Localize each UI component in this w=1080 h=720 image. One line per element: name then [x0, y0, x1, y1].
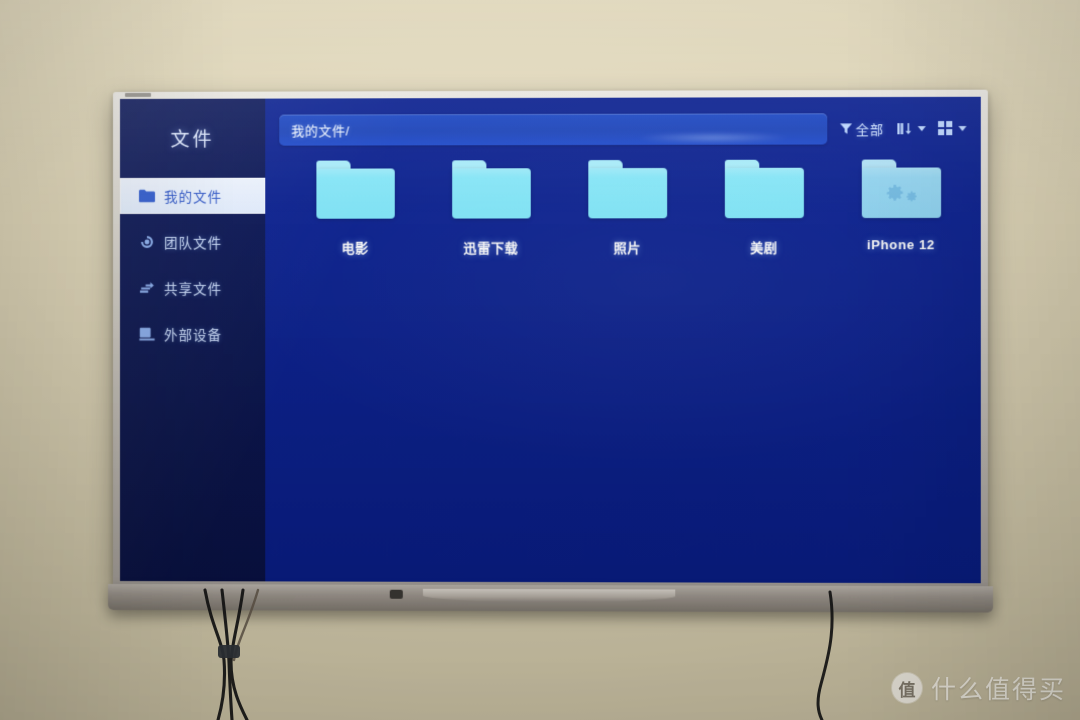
tv-bottom-bezel: [108, 583, 994, 613]
television: 文件 我的文件 团队文件 共享文件 外部设备 我的文件/ 全部 电影 迅雷下载 …: [108, 89, 994, 613]
smzdm-logo-icon: 值: [891, 673, 922, 703]
filter-all-button[interactable]: 全部: [839, 119, 884, 138]
folder-icon: [315, 160, 395, 219]
sidebar-item-label: 团队文件: [164, 235, 223, 251]
file-tile[interactable]: 照片: [559, 160, 695, 257]
folder-icon: [587, 160, 667, 219]
tv-logo-badge: [422, 588, 675, 603]
photo-scene: 文件 我的文件 团队文件 共享文件 外部设备 我的文件/ 全部 电影 迅雷下载 …: [0, 0, 1080, 720]
cable-clip: [218, 645, 240, 658]
file-name: iPhone 12: [866, 237, 935, 253]
view-mode-button[interactable]: [938, 121, 967, 136]
file-name: 电影: [341, 240, 369, 256]
path-value: 我的文件/: [291, 122, 350, 139]
sidebar-item-my-files[interactable]: 我的文件: [119, 177, 266, 214]
file-tile[interactable]: iPhone 12: [832, 159, 969, 256]
toolbar: 我的文件/ 全部: [265, 97, 981, 161]
tv-screen: 文件 我的文件 团队文件 共享文件 外部设备 我的文件/ 全部 电影 迅雷下载 …: [119, 96, 981, 584]
file-name: 迅雷下载: [463, 240, 519, 256]
file-grid: 电影 迅雷下载 照片 美剧 iPhone 12: [265, 159, 981, 257]
path-input[interactable]: 我的文件/: [279, 112, 828, 146]
file-name: 照片: [613, 240, 641, 256]
page-title: 文件: [170, 129, 215, 151]
watermark-text: 什么值得买: [930, 676, 1066, 704]
share-icon: [138, 280, 155, 295]
ir-receiver: [389, 589, 403, 599]
file-name: 美剧: [750, 240, 778, 256]
sidebar-item-label: 外部设备: [164, 327, 223, 344]
content-pane: 我的文件/ 全部 电影 迅雷下载 照片 美剧 iPhone 12: [265, 97, 981, 583]
sidebar-item-external-devices[interactable]: 外部设备: [120, 316, 265, 352]
chevron-down-icon: [917, 125, 926, 131]
team-icon: [138, 234, 155, 249]
device-icon: [138, 326, 155, 341]
tv-brand-badge: [124, 92, 152, 97]
file-tile[interactable]: 美剧: [695, 159, 832, 257]
file-tile[interactable]: 迅雷下载: [423, 160, 559, 257]
gear-icon: [861, 167, 940, 218]
system-folder-icon: [861, 159, 941, 219]
sidebar-item-shared-files[interactable]: 共享文件: [120, 270, 265, 306]
sort-button[interactable]: [896, 122, 926, 135]
watermark: 值 什么值得买: [891, 670, 1066, 706]
file-tile[interactable]: 电影: [287, 160, 423, 256]
sidebar-item-label: 我的文件: [164, 189, 223, 205]
funnel-icon: [839, 122, 853, 135]
sort-icon: [896, 122, 912, 135]
sidebar-item-team-files[interactable]: 团队文件: [120, 224, 265, 260]
chevron-down-icon: [958, 125, 967, 131]
folder-icon: [138, 188, 155, 203]
file-manager-app: 文件 我的文件 团队文件 共享文件 外部设备 我的文件/ 全部 电影 迅雷下载 …: [119, 97, 981, 583]
folder-icon: [724, 159, 804, 219]
folder-icon: [451, 160, 531, 219]
grid-view-icon: [938, 121, 953, 136]
filter-label: 全部: [855, 121, 885, 137]
sidebar: 文件 我的文件 团队文件 共享文件 外部设备: [119, 98, 266, 582]
sidebar-item-label: 共享文件: [164, 281, 223, 297]
tv-bezel: 文件 我的文件 团队文件 共享文件 外部设备 我的文件/ 全部 电影 迅雷下载 …: [113, 89, 988, 591]
